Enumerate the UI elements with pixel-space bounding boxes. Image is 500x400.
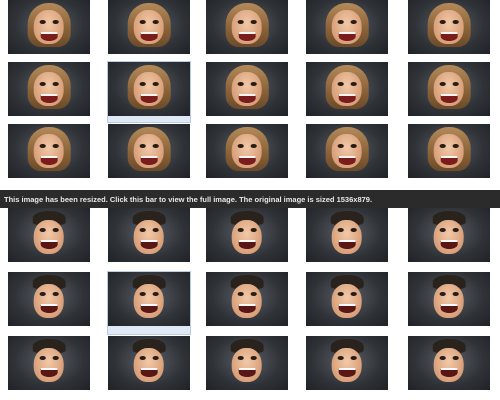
thumbnail-tile[interactable]: [306, 62, 388, 122]
male-portrait-image: [8, 272, 90, 326]
male-portrait-image: [206, 336, 288, 390]
thumbnail-tile[interactable]: [408, 208, 490, 270]
thumbnail-tile[interactable]: [306, 208, 388, 270]
female-portrait-image: [408, 0, 490, 54]
male-portrait-image: [306, 272, 388, 326]
thumbnail-tile[interactable]: [107, 271, 191, 335]
thumbnail-tile[interactable]: [408, 62, 490, 122]
thumbnail-tile[interactable]: [408, 272, 490, 334]
thumbnail-tile[interactable]: [206, 62, 288, 122]
male-portrait-grid: [0, 208, 500, 400]
male-portrait-image: [206, 208, 288, 262]
female-portrait-image: [206, 0, 288, 54]
thumbnail-tile[interactable]: [108, 336, 190, 398]
female-portrait-image: [108, 0, 190, 54]
thumbnail-tile[interactable]: [206, 0, 288, 60]
male-portrait-image: [206, 272, 288, 326]
thumbnail-tile[interactable]: [8, 208, 90, 270]
male-portrait-image: [306, 208, 388, 262]
female-portrait-image: [306, 124, 388, 178]
thumbnail-tile[interactable]: [206, 272, 288, 334]
thumbnail-tile[interactable]: [206, 124, 288, 184]
male-portrait-image: [8, 336, 90, 390]
male-portrait-image: [408, 272, 490, 326]
thumbnail-tile[interactable]: [8, 62, 90, 122]
female-portrait-image: [206, 124, 288, 178]
female-portrait-image: [8, 124, 90, 178]
thumbnail-tile[interactable]: [306, 124, 388, 184]
male-portrait-image: [108, 208, 190, 262]
male-portrait-image: [108, 336, 190, 390]
female-portrait-grid: [0, 0, 500, 190]
thumbnail-tile[interactable]: [408, 336, 490, 398]
thumbnail-tile[interactable]: [108, 0, 190, 60]
resize-notice-text: This image has been resized. Click this …: [4, 194, 373, 204]
thumbnail-tile[interactable]: [206, 336, 288, 398]
female-portrait-image: [306, 62, 388, 116]
thumbnail-tile[interactable]: [107, 61, 191, 123]
female-portrait-image: [8, 62, 90, 116]
female-portrait-image: [108, 62, 190, 116]
thumbnail-tile[interactable]: [408, 124, 490, 184]
thumbnail-tile[interactable]: [8, 336, 90, 398]
male-portrait-image: [306, 336, 388, 390]
female-portrait-image: [206, 62, 288, 116]
male-portrait-image: [108, 272, 190, 326]
thumbnail-tile[interactable]: [306, 336, 388, 398]
female-portrait-image: [108, 124, 190, 178]
resize-notice-bar[interactable]: This image has been resized. Click this …: [0, 190, 500, 208]
thumbnail-tile[interactable]: [206, 208, 288, 270]
thumbnail-tile[interactable]: [8, 0, 90, 60]
female-portrait-image: [408, 124, 490, 178]
female-portrait-image: [306, 0, 388, 54]
thumbnail-tile[interactable]: [108, 208, 190, 270]
thumbnail-tile[interactable]: [306, 272, 388, 334]
thumbnail-tile[interactable]: [306, 0, 388, 60]
thumbnail-tile[interactable]: [8, 124, 90, 184]
male-portrait-image: [8, 208, 90, 262]
thumbnail-tile[interactable]: [108, 124, 190, 184]
male-portrait-image: [408, 336, 490, 390]
thumbnail-tile[interactable]: [408, 0, 490, 60]
female-portrait-image: [408, 62, 490, 116]
thumbnail-tile[interactable]: [8, 272, 90, 334]
female-portrait-image: [8, 0, 90, 54]
male-portrait-image: [408, 208, 490, 262]
